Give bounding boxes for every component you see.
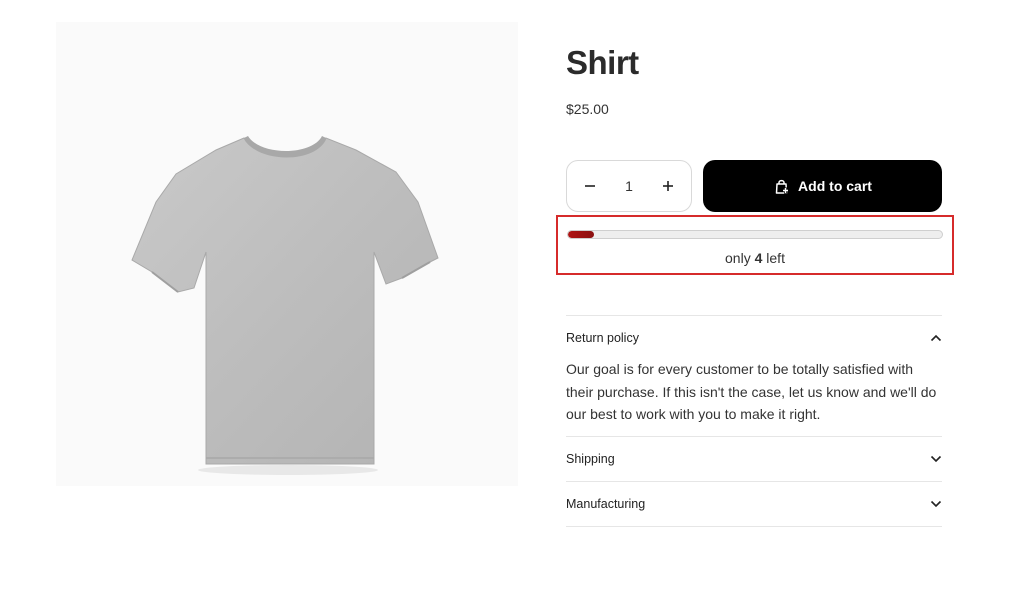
minus-icon bbox=[585, 185, 595, 187]
accordion-title: Shipping bbox=[566, 451, 615, 466]
chevron-down-icon bbox=[930, 500, 942, 507]
stock-progress-fill bbox=[568, 231, 595, 238]
accordion-title: Manufacturing bbox=[566, 496, 646, 511]
product-title: Shirt bbox=[566, 44, 639, 81]
stock-count: 4 bbox=[754, 250, 763, 266]
stock-prefix: only bbox=[725, 250, 751, 266]
accordion-title: Return policy bbox=[566, 331, 639, 345]
quantity-stepper: 1 bbox=[566, 160, 692, 212]
product-accordion: Return policy Our goal is for every cust… bbox=[566, 315, 942, 527]
quantity-value[interactable]: 1 bbox=[614, 178, 644, 194]
accordion-header-shipping[interactable]: Shipping bbox=[566, 437, 942, 481]
plus-icon bbox=[663, 181, 673, 191]
chevron-up-icon bbox=[930, 334, 942, 342]
accordion-item-manufacturing: Manufacturing bbox=[566, 480, 942, 527]
chevron-down-icon bbox=[930, 455, 942, 462]
product-image[interactable] bbox=[56, 22, 518, 486]
increment-button[interactable] bbox=[659, 177, 677, 195]
stock-indicator: only 4 left bbox=[556, 215, 954, 275]
add-to-cart-button[interactable]: Add to cart bbox=[703, 160, 942, 212]
product-price: $25.00 bbox=[566, 101, 609, 117]
stock-suffix: left bbox=[766, 250, 785, 266]
tshirt-image bbox=[131, 136, 439, 475]
accordion-item-return-policy: Return policy Our goal is for every cust… bbox=[566, 315, 942, 436]
shopping-bag-add-icon bbox=[775, 179, 789, 194]
accordion-body-return-policy: Our goal is for every customer to be tot… bbox=[566, 361, 937, 422]
stock-text: only 4 left bbox=[558, 250, 952, 266]
stock-progress-bar bbox=[567, 230, 943, 239]
decrement-button[interactable] bbox=[581, 177, 599, 195]
add-to-cart-label: Add to cart bbox=[798, 178, 872, 194]
accordion-item-shipping: Shipping bbox=[566, 435, 942, 481]
accordion-header-manufacturing[interactable]: Manufacturing bbox=[566, 482, 942, 526]
accordion-header-return-policy[interactable]: Return policy bbox=[566, 316, 942, 360]
